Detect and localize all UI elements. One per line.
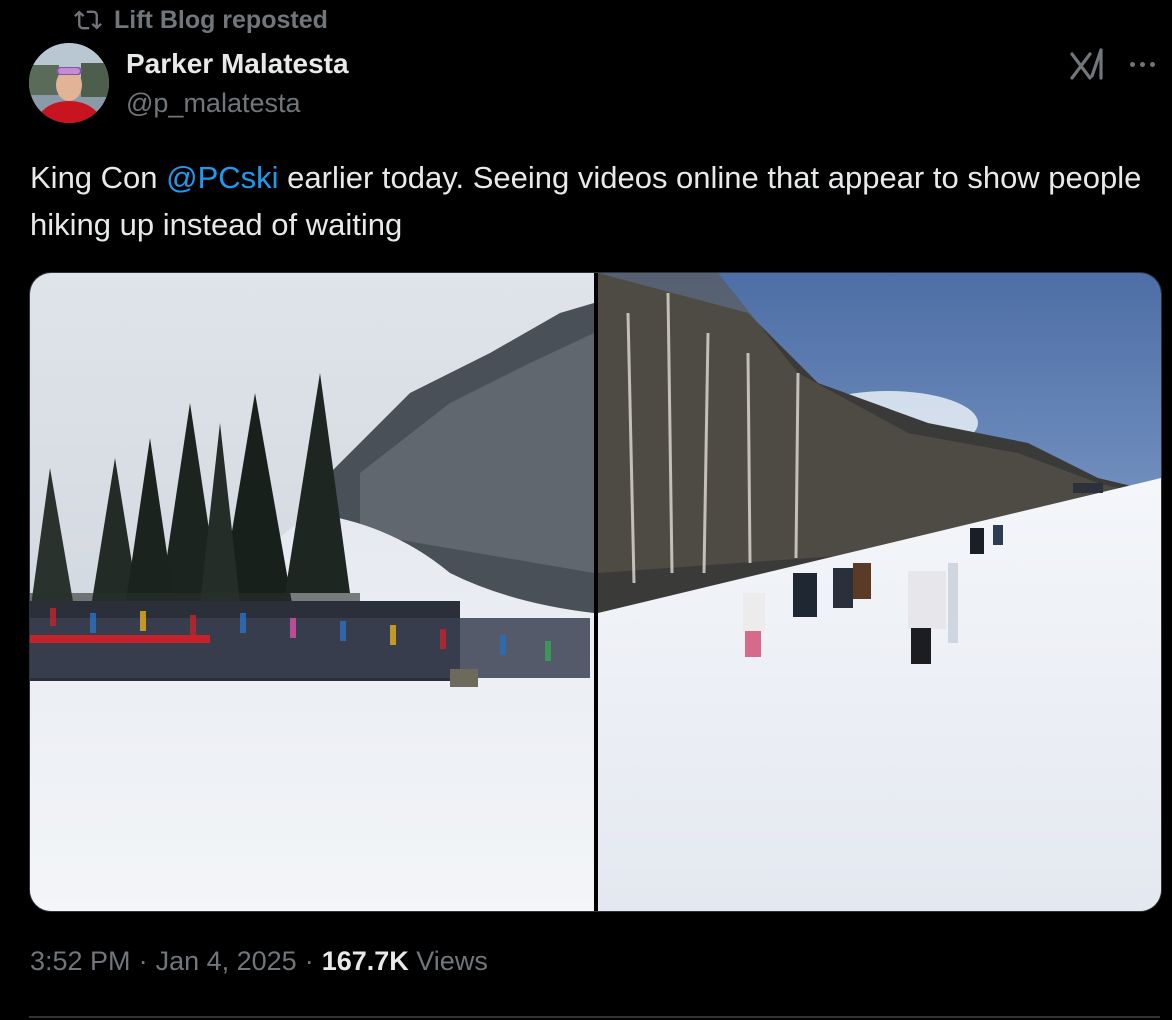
more-icon[interactable] bbox=[1124, 46, 1160, 82]
more-dot bbox=[1129, 61, 1135, 67]
tweet-meta: 3:52 PM · Jan 4, 2025 · 167.7K Views bbox=[30, 946, 488, 977]
repost-label: Lift Blog reposted bbox=[114, 5, 328, 34]
photo-lift-line[interactable] bbox=[30, 273, 594, 911]
tweet-text-before: King Con bbox=[30, 160, 167, 195]
media-grid bbox=[29, 272, 1162, 912]
repost-indicator[interactable]: Lift Blog reposted bbox=[74, 4, 328, 36]
meta-separator: · bbox=[304, 946, 314, 976]
mention-link[interactable]: @PCski bbox=[166, 160, 278, 195]
tweet-text: King Con @PCski earlier today. Seeing vi… bbox=[30, 154, 1160, 248]
avatar[interactable] bbox=[29, 43, 109, 123]
tweet-date[interactable]: Jan 4, 2025 bbox=[156, 946, 297, 977]
views-count: 167.7K bbox=[321, 946, 409, 976]
tweet-time[interactable]: 3:52 PM bbox=[30, 946, 131, 977]
photo-hiking-up[interactable] bbox=[598, 273, 1161, 911]
views-count-wrap[interactable]: 167.7K Views bbox=[322, 946, 488, 977]
grok-icon[interactable] bbox=[1068, 46, 1108, 82]
more-dot bbox=[1149, 61, 1155, 67]
meta-separator: · bbox=[138, 946, 148, 976]
divider bbox=[29, 1016, 1160, 1018]
author-name[interactable]: Parker Malatesta bbox=[126, 48, 349, 80]
author-handle[interactable]: @p_malatesta bbox=[126, 88, 301, 119]
repost-icon bbox=[74, 10, 102, 30]
more-dot bbox=[1139, 61, 1145, 67]
views-label: Views bbox=[416, 946, 488, 976]
